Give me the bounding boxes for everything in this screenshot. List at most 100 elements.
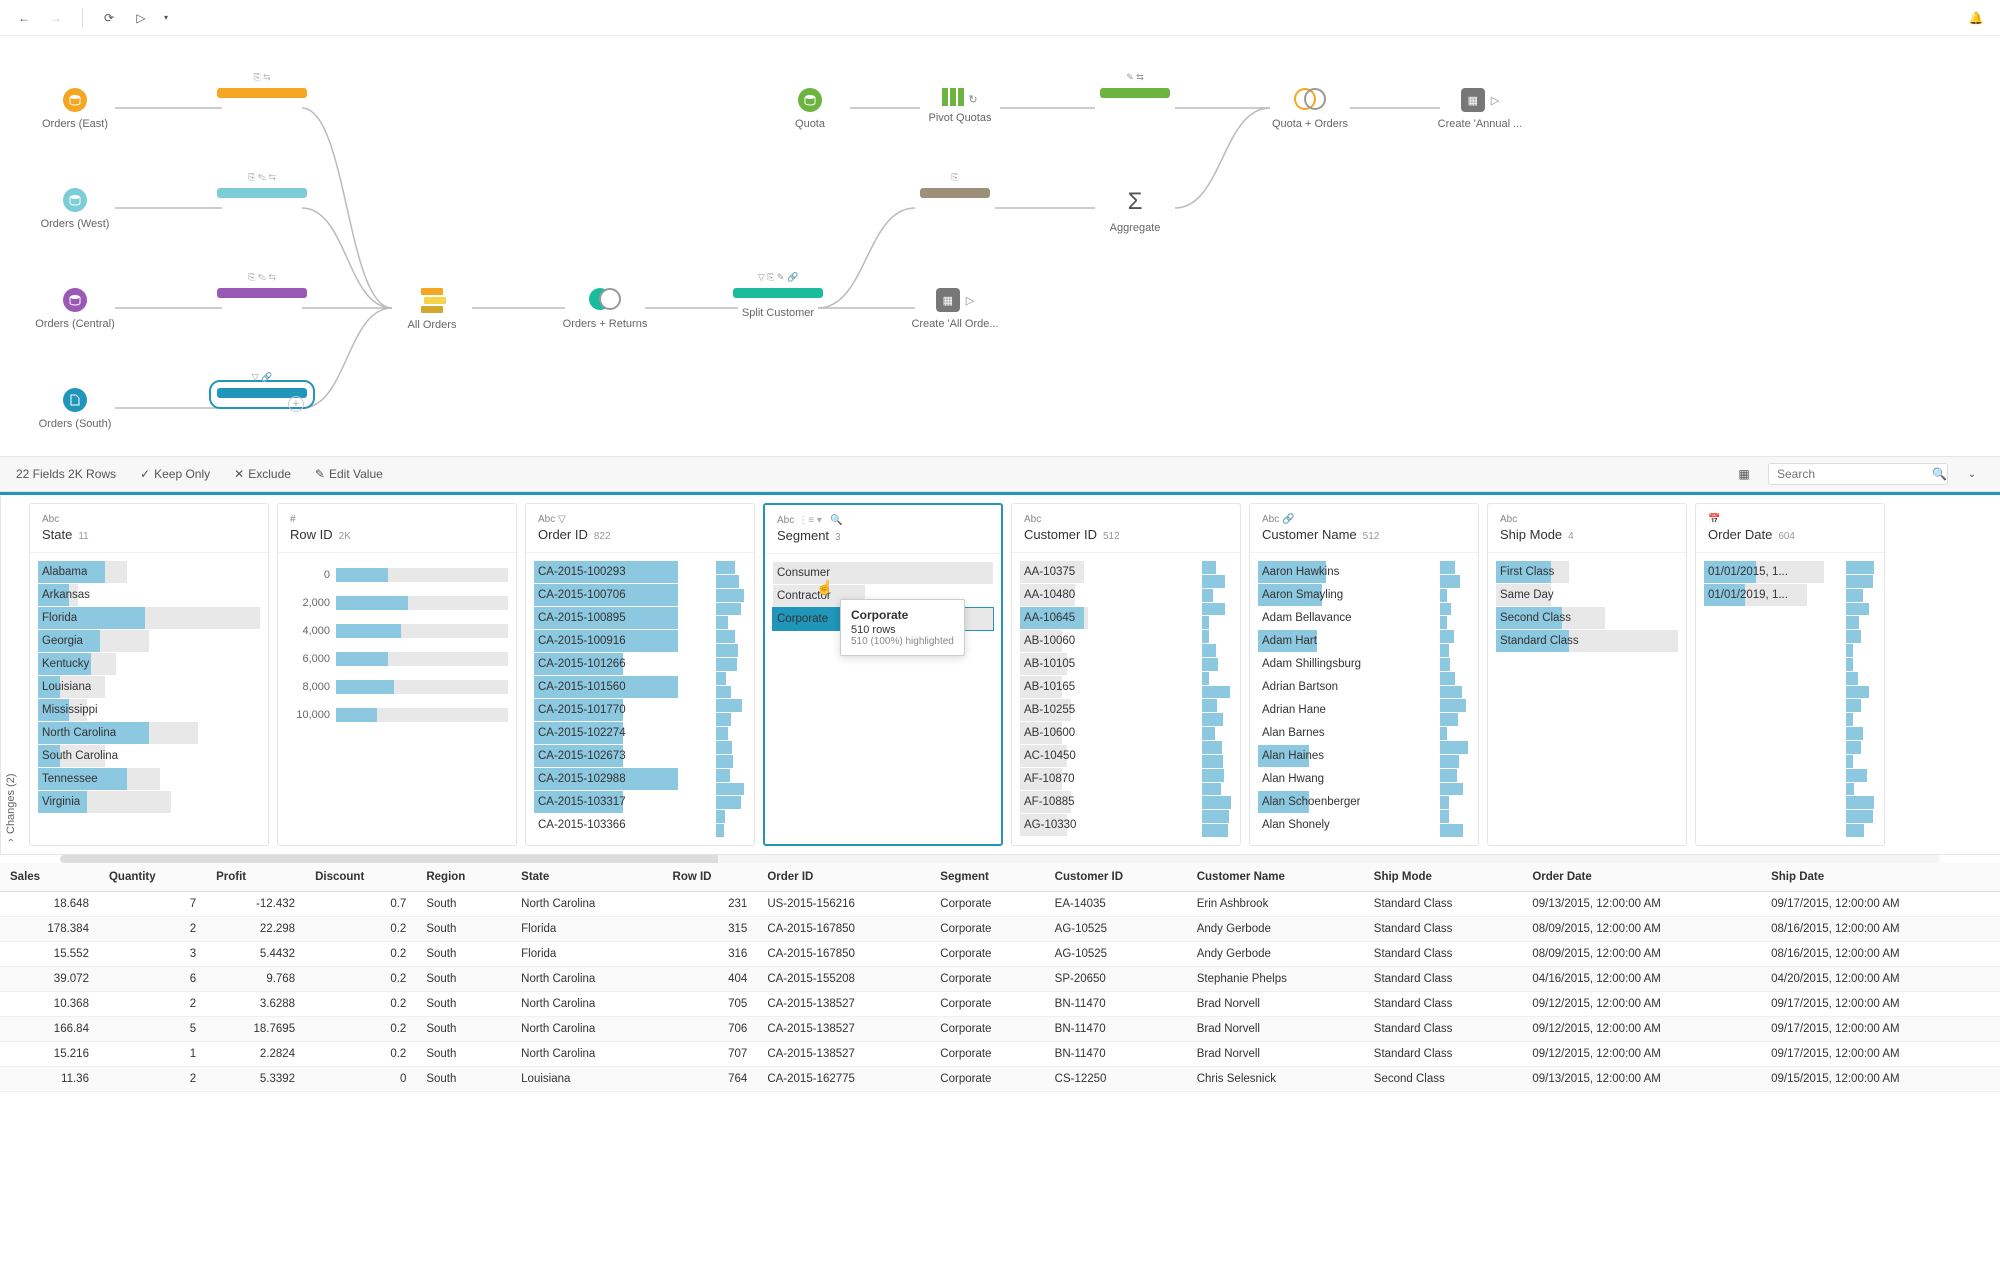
value-row[interactable]: Alan Schoenberger — [1258, 791, 1470, 813]
value-row[interactable]: CA-2015-101770 — [534, 699, 746, 721]
value-row[interactable]: CA-2015-101266 — [534, 653, 746, 675]
value-row[interactable]: Adam Hart — [1258, 630, 1470, 652]
value-row[interactable]: South Carolina — [38, 745, 260, 767]
value-row[interactable]: Louisiana — [38, 676, 260, 698]
profile-card-segment[interactable]: Abc⋮≡ ▾ 🔍Segment3ConsumerContractorCorpo… — [763, 503, 1003, 846]
value-row[interactable]: Alan Hwang — [1258, 768, 1470, 790]
value-row[interactable]: AA-10480 — [1020, 584, 1232, 606]
histogram-bin[interactable]: 4,000 — [286, 617, 508, 645]
changes-tab[interactable]: › Changes (2) — [0, 495, 21, 854]
flow-node-orders-east[interactable]: Orders (East) — [5, 88, 145, 130]
value-row[interactable]: Aaron Smayling — [1258, 584, 1470, 606]
profile-card-customer-id[interactable]: AbcCustomer ID512AA-10375AA-10480AA-1064… — [1011, 503, 1241, 846]
flow-canvas[interactable]: Orders (East)⎘ ⇆Orders (West)⎘ ✎ ⇆Orders… — [0, 36, 2000, 456]
edit-value-button[interactable]: ✎Edit Value — [315, 467, 383, 481]
value-row[interactable]: North Carolina — [38, 722, 260, 744]
value-row[interactable]: AA-10645 — [1020, 607, 1232, 629]
value-row[interactable]: Adrian Hane — [1258, 699, 1470, 721]
flow-node-clean-agg-pre[interactable]: ⎘ — [885, 188, 1025, 201]
column-header[interactable]: Order ID — [757, 863, 930, 892]
value-row[interactable]: AB-10600 — [1020, 722, 1232, 744]
flow-node-orders-south[interactable]: Orders (South) — [5, 388, 145, 430]
value-row[interactable]: Kentucky — [38, 653, 260, 675]
table-row[interactable]: 15.55235.44320.2SouthFlorida316CA-2015-1… — [0, 942, 2000, 967]
value-row[interactable]: AB-10060 — [1020, 630, 1232, 652]
value-row[interactable]: AF-10885 — [1020, 791, 1232, 813]
value-row[interactable]: CA-2015-100895 — [534, 607, 746, 629]
table-row[interactable]: 166.84518.76950.2SouthNorth Carolina706C… — [0, 1017, 2000, 1042]
value-row[interactable]: Mississippi — [38, 699, 260, 721]
value-row[interactable]: CA-2015-100916 — [534, 630, 746, 652]
value-row[interactable]: CA-2015-103366 — [534, 814, 746, 836]
flow-node-aggregate[interactable]: ΣAggregate — [1065, 188, 1205, 234]
flow-node-split-customer[interactable]: ▽ ⎘ ✎ 🔗Split Customer — [708, 288, 848, 319]
value-row[interactable]: CA-2015-100293 — [534, 561, 746, 583]
table-row[interactable]: 11.3625.33920SouthLouisiana764CA-2015-16… — [0, 1067, 2000, 1092]
back-icon[interactable]: ← — [12, 6, 36, 30]
data-grid[interactable]: SalesQuantityProfitDiscountRegionStateRo… — [0, 863, 2000, 1092]
flow-node-pivot-quotas[interactable]: ↻Pivot Quotas — [890, 88, 1030, 124]
column-header[interactable]: State — [511, 863, 662, 892]
exclude-button[interactable]: ✕Exclude — [234, 467, 291, 481]
value-row[interactable]: Virginia — [38, 791, 260, 813]
histogram-bin[interactable]: 10,000 — [286, 701, 508, 729]
flow-node-create-all[interactable]: ▦▷Create 'All Orde... — [885, 288, 1025, 330]
flow-node-clean-central[interactable]: ⎘ ✎ ⇆ — [192, 288, 332, 301]
histogram-bin[interactable]: 8,000 — [286, 673, 508, 701]
value-row[interactable]: AC-10450 — [1020, 745, 1232, 767]
value-row[interactable]: CA-2015-101560 — [534, 676, 746, 698]
profile-search-box[interactable]: 🔍 — [1768, 463, 1948, 485]
flow-node-create-annual[interactable]: ▦▷Create 'Annual ... — [1410, 88, 1550, 130]
histogram-bin[interactable]: 2,000 — [286, 589, 508, 617]
value-row[interactable]: Aaron Hawkins — [1258, 561, 1470, 583]
table-row[interactable]: 10.36823.62880.2SouthNorth Carolina705CA… — [0, 992, 2000, 1017]
table-row[interactable]: 39.07269.7680.2SouthNorth Carolina404CA-… — [0, 967, 2000, 992]
value-row[interactable]: Alabama — [38, 561, 260, 583]
column-header[interactable]: Order Date — [1522, 863, 1761, 892]
value-row[interactable]: Alan Haines — [1258, 745, 1470, 767]
table-row[interactable]: 15.21612.28240.2SouthNorth Carolina707CA… — [0, 1042, 2000, 1067]
column-header[interactable]: Ship Mode — [1364, 863, 1523, 892]
flow-node-quota-orders[interactable]: Quota + Orders — [1240, 88, 1380, 130]
table-row[interactable]: 18.6487-12.4320.7SouthNorth Carolina231U… — [0, 892, 2000, 917]
search-input[interactable] — [1777, 467, 1932, 481]
value-row[interactable]: Tennessee — [38, 768, 260, 790]
flow-node-clean-quota[interactable]: ✎ ⇆ — [1065, 88, 1205, 101]
table-row[interactable]: 178.384222.2980.2SouthFlorida315CA-2015-… — [0, 917, 2000, 942]
profile-card-order-date[interactable]: 📅Order Date60401/01/2015, 1...01/01/2019… — [1695, 503, 1885, 846]
profile-card-order-id[interactable]: Abc ▽Order ID822CA-2015-100293CA-2015-10… — [525, 503, 755, 846]
value-row[interactable]: First Class — [1496, 561, 1678, 583]
refresh-icon[interactable]: ⟳ — [97, 6, 121, 30]
value-row[interactable]: Adam Shillingsburg — [1258, 653, 1470, 675]
value-row[interactable]: Consumer — [773, 562, 993, 584]
value-row[interactable]: AF-10870 — [1020, 768, 1232, 790]
flow-node-clean-south[interactable]: ▽ 🔗+ — [192, 388, 332, 401]
value-row[interactable]: Georgia — [38, 630, 260, 652]
horizontal-scrollbar[interactable] — [60, 855, 1940, 863]
keep-only-button[interactable]: ✓Keep Only — [140, 467, 210, 481]
column-header[interactable]: Segment — [930, 863, 1044, 892]
histogram-bin[interactable]: 0 — [286, 561, 508, 589]
profile-card-row-id[interactable]: #Row ID2K02,0004,0006,0008,00010,000 — [277, 503, 517, 846]
column-header[interactable]: Sales — [0, 863, 99, 892]
profile-card-customer-name[interactable]: Abc 🔗Customer Name512Aaron HawkinsAaron … — [1249, 503, 1479, 846]
flow-node-clean-west[interactable]: ⎘ ✎ ⇆ — [192, 188, 332, 201]
value-row[interactable]: AG-10330 — [1020, 814, 1232, 836]
value-row[interactable]: Alan Shonely — [1258, 814, 1470, 836]
run-icon[interactable]: ▷ — [129, 6, 153, 30]
value-row[interactable]: CA-2015-102274 — [534, 722, 746, 744]
value-row[interactable]: Adrian Bartson — [1258, 676, 1470, 698]
expand-icon[interactable]: ⌄ — [1960, 462, 1984, 486]
value-row[interactable]: Florida — [38, 607, 260, 629]
value-row[interactable]: AB-10105 — [1020, 653, 1232, 675]
column-header[interactable]: Region — [416, 863, 511, 892]
value-row[interactable]: Adam Bellavance — [1258, 607, 1470, 629]
value-row[interactable]: CA-2015-100706 — [534, 584, 746, 606]
value-row[interactable]: AA-10375 — [1020, 561, 1232, 583]
column-header[interactable]: Profit — [206, 863, 305, 892]
flow-node-orders-west[interactable]: Orders (West) — [5, 188, 145, 230]
view-toggle-icon[interactable]: ▦ — [1732, 462, 1756, 486]
value-row[interactable]: Second Class — [1496, 607, 1678, 629]
column-header[interactable]: Row ID — [663, 863, 758, 892]
profile-card-ship-mode[interactable]: AbcShip Mode4First ClassSame DaySecond C… — [1487, 503, 1687, 846]
